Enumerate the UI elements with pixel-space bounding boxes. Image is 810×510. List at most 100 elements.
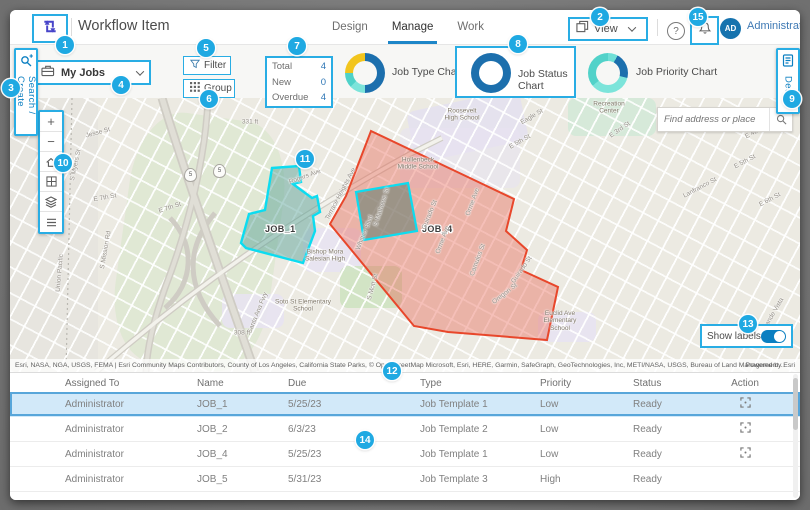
- callout-badge-4: 4: [112, 76, 130, 94]
- col-due[interactable]: Due: [288, 378, 420, 389]
- filter-funnel-icon: [190, 59, 200, 72]
- cell-type: Job Template 1: [420, 449, 540, 460]
- callout-badge-12: 12: [383, 362, 401, 380]
- nav-manage[interactable]: Manage: [392, 10, 434, 44]
- cell-status: Ready: [633, 399, 710, 410]
- cell-status: Ready: [633, 474, 710, 485]
- job-type-chart-donut[interactable]: [345, 53, 385, 93]
- interstate-shield: 5: [184, 168, 197, 182]
- cell-name: JOB_4: [197, 449, 288, 460]
- col-name[interactable]: Name: [197, 378, 288, 389]
- callout-badge-6: 6: [200, 90, 218, 108]
- table-header-row: Assigned To Name Due Type Priority Statu…: [10, 375, 800, 392]
- callout-badge-15: 15: [689, 8, 707, 26]
- interstate-shield: 5: [213, 164, 226, 178]
- cell-action: [710, 397, 780, 411]
- job4-map-label: JOB_4: [422, 224, 453, 234]
- cell-name: JOB_2: [197, 424, 288, 435]
- callout-badge-8: 8: [509, 35, 527, 53]
- cell-status: Ready: [633, 424, 710, 435]
- basemap-button[interactable]: [40, 172, 62, 192]
- chevron-down-icon: [627, 23, 635, 31]
- cell-due: 5/25/23: [288, 399, 420, 410]
- stat-value: 4: [321, 92, 326, 103]
- map-attribution: Esri, NASA, NGA, USGS, FEMA | Esri Commu…: [10, 359, 800, 372]
- cell-due: 5/31/23: [288, 474, 420, 485]
- callout-badge-3: 3: [2, 79, 20, 97]
- table-row[interactable]: AdministratorJOB_15/25/23Job Template 1L…: [10, 392, 800, 417]
- table-row[interactable]: AdministratorJOB_55/31/23Job Template 3H…: [10, 467, 800, 492]
- header-bar: Workflow Item Design Manage Work View ?: [10, 10, 800, 45]
- view-layers-icon: [576, 20, 589, 38]
- job-status-chart-donut[interactable]: [471, 53, 511, 93]
- callout-badge-2: 2: [591, 8, 609, 26]
- cell-due: 6/3/23: [288, 424, 420, 435]
- cell-assigned: Administrator: [65, 424, 197, 435]
- map-overlay: JOB_1 JOB_4: [10, 98, 800, 372]
- show-labels-toggle[interactable]: [761, 330, 786, 343]
- stat-overdue: Overdue4: [272, 92, 326, 103]
- zoom-in-button[interactable]: +: [40, 112, 62, 132]
- table-row[interactable]: AdministratorJOB_26/3/23Job Template 2Lo…: [10, 417, 800, 442]
- job1-polygon[interactable]: [241, 166, 320, 263]
- nav-work[interactable]: Work: [457, 10, 484, 44]
- stat-label: Total: [272, 61, 292, 72]
- filter-button[interactable]: Filter: [183, 56, 231, 75]
- cell-priority: High: [540, 474, 633, 485]
- details-icon: [782, 54, 794, 72]
- help-button[interactable]: ?: [667, 22, 685, 40]
- nav-design[interactable]: Design: [332, 10, 368, 44]
- table-row[interactable]: AdministratorJOB_45/25/23Job Template 1L…: [10, 442, 800, 467]
- username-label[interactable]: Administrator: [747, 20, 800, 32]
- job-priority-chart-donut[interactable]: [588, 53, 628, 93]
- cell-status: Ready: [633, 449, 710, 460]
- cell-due: 5/25/23: [288, 449, 420, 460]
- layers-button[interactable]: [40, 192, 62, 212]
- cell-priority: Low: [540, 399, 633, 410]
- cell-action: [710, 447, 780, 461]
- zoom-to-action-icon[interactable]: [740, 447, 751, 461]
- filter-label: Filter: [204, 60, 226, 71]
- callout-badge-11: 11: [296, 150, 314, 168]
- col-status[interactable]: Status: [633, 378, 710, 389]
- stat-value: 0: [321, 77, 326, 88]
- main-nav: Design Manage Work: [332, 10, 484, 44]
- stat-total: Total4: [272, 61, 326, 72]
- search-create-icon: [20, 54, 33, 72]
- divider: [657, 19, 658, 36]
- powered-by-esri: Powered by Esri: [746, 359, 796, 372]
- zoom-to-action-icon[interactable]: [740, 422, 751, 436]
- cell-priority: Low: [540, 424, 633, 435]
- job-status-chart-label: Job Status Chart: [518, 68, 574, 92]
- help-icon: ?: [673, 26, 679, 37]
- job-stats-panel: Total4 New0 Overdue4: [265, 56, 333, 108]
- app-screenshot: Workflow Item Design Manage Work View ?: [0, 0, 810, 510]
- railroad-line: [66, 98, 72, 372]
- col-priority[interactable]: Priority: [540, 378, 633, 389]
- show-labels-label: Show labels: [707, 331, 761, 342]
- zoom-out-button[interactable]: −: [40, 132, 62, 152]
- map-view[interactable]: JOB_1 JOB_4 Recreation CenterRoosevelt H…: [10, 98, 800, 372]
- job-priority-chart-label: Job Priority Chart: [636, 66, 717, 78]
- callout-badge-13: 13: [739, 315, 757, 333]
- jobs-table-body: AdministratorJOB_15/25/23Job Template 1L…: [10, 392, 800, 492]
- workflow-logo-icon: [40, 18, 60, 40]
- callout-badge-7: 7: [288, 37, 306, 55]
- cell-action: [710, 422, 780, 436]
- zoom-to-action-icon[interactable]: [740, 397, 751, 411]
- jobs-filter-dropdown[interactable]: My Jobs: [33, 60, 151, 85]
- stat-label: New: [272, 77, 291, 88]
- col-action[interactable]: Action: [710, 378, 780, 389]
- col-assigned-to[interactable]: Assigned To: [65, 378, 197, 389]
- overlap-polygon[interactable]: [356, 183, 417, 240]
- avatar[interactable]: AD: [720, 18, 741, 39]
- job1-map-label: JOB_1: [265, 224, 296, 234]
- search-input[interactable]: [658, 114, 769, 125]
- legend-list-button[interactable]: [40, 212, 62, 232]
- cell-name: JOB_1: [197, 399, 288, 410]
- job-type-chart-label: Job Type Chart: [392, 66, 463, 78]
- table-scrollbar-thumb[interactable]: [793, 378, 798, 430]
- col-type[interactable]: Type: [420, 378, 540, 389]
- job-status-chart-panel: Job Status Chart: [455, 46, 576, 98]
- group-grid-icon: [190, 82, 200, 95]
